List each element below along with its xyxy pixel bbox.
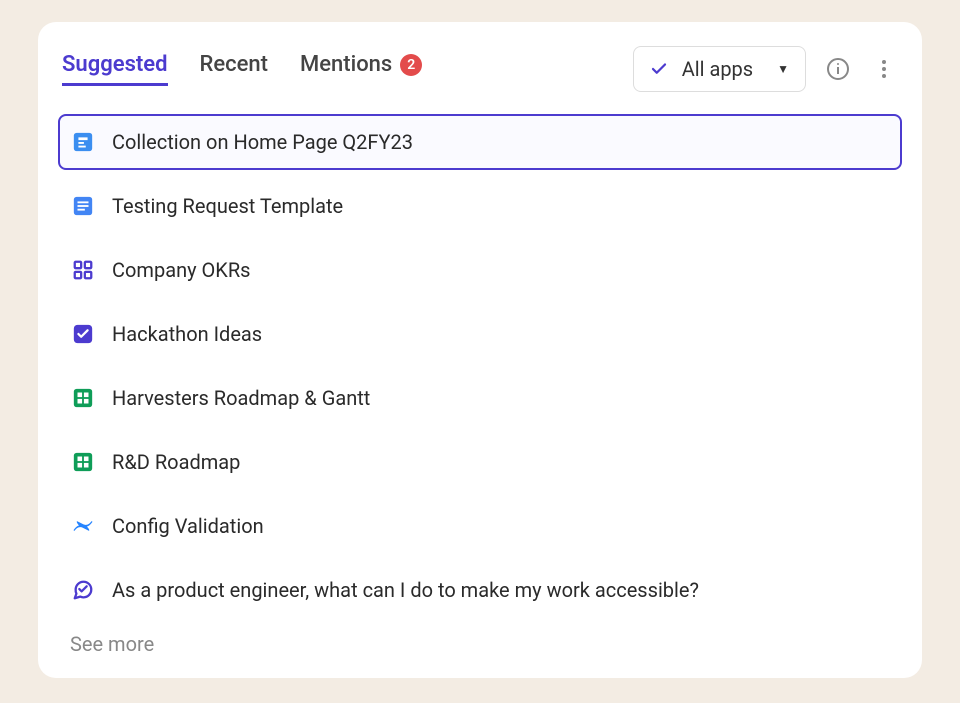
suggestions-list: Collection on Home Page Q2FY23 Testing Re… [58,114,902,618]
tab-label: Suggested [62,52,168,77]
suggestions-card: Suggested Recent Mentions 2 All apps ▼ [38,22,922,678]
apps-filter-label: All apps [682,57,753,81]
sheet-icon [72,387,94,409]
list-item[interactable]: Testing Request Template [58,178,902,234]
list-item-title: Testing Request Template [112,194,343,218]
info-button[interactable] [824,55,852,83]
list-item[interactable]: Company OKRs [58,242,902,298]
list-item[interactable]: R&D Roadmap [58,434,902,490]
tab-suggested[interactable]: Suggested [62,52,168,86]
list-item[interactable]: As a product engineer, what can I do to … [58,562,902,618]
list-item-title: Hackathon Ideas [112,322,262,346]
list-item[interactable]: Hackathon Ideas [58,306,902,362]
tab-recent[interactable]: Recent [200,52,268,86]
list-item-title: Collection on Home Page Q2FY23 [112,130,413,154]
list-item-title: Harvesters Roadmap & Gantt [112,386,370,410]
list-item[interactable]: Harvesters Roadmap & Gantt [58,370,902,426]
list-item-title: R&D Roadmap [112,450,240,474]
list-item-title: Config Validation [112,514,264,538]
list-item-title: Company OKRs [112,258,251,282]
list-item-title: As a product engineer, what can I do to … [112,578,699,602]
confluence-icon [72,515,94,537]
tabs: Suggested Recent Mentions 2 [62,52,422,86]
mentions-count-badge: 2 [400,54,422,76]
chat-check-icon [72,579,94,601]
grid-icon [72,259,94,281]
header-row: Suggested Recent Mentions 2 All apps ▼ [58,46,902,92]
header-actions: All apps ▼ [633,46,898,92]
list-item[interactable]: Collection on Home Page Q2FY23 [58,114,902,170]
tab-label: Recent [200,52,268,77]
tab-mentions[interactable]: Mentions 2 [300,52,422,86]
more-menu-button[interactable] [870,55,898,83]
check-icon [650,60,668,78]
list-item[interactable]: Config Validation [58,498,902,554]
chevron-down-icon: ▼ [777,62,789,76]
see-more-link[interactable]: See more [58,618,902,670]
collection-icon [72,131,94,153]
apps-filter-dropdown[interactable]: All apps ▼ [633,46,806,92]
answer-icon [72,323,94,345]
doc-icon [72,195,94,217]
tab-label: Mentions [300,52,392,77]
see-more-label: See more [70,632,154,656]
sheet-icon [72,451,94,473]
